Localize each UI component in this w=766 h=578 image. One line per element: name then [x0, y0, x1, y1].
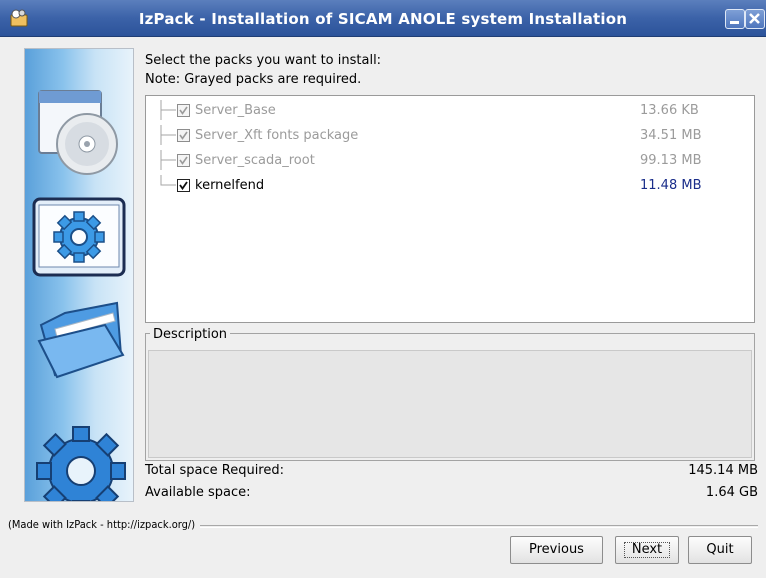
pack-name: kernelfend	[195, 178, 265, 193]
space-required-label: Total space Required:	[145, 463, 285, 478]
large-gear-icon	[36, 426, 126, 501]
checkmark-icon	[179, 181, 188, 191]
pack-checkbox-disabled	[177, 129, 190, 142]
tree-connector	[160, 175, 176, 186]
pack-size: 34.51 MB	[640, 128, 702, 143]
space-required-row: Total space Required: 145.14 MB	[145, 463, 758, 479]
quit-button[interactable]: Quit	[688, 536, 752, 564]
checkmark-icon	[179, 156, 188, 165]
made-with-separator: (Made with IzPack - http://izpack.org/)	[8, 518, 758, 532]
close-icon	[749, 13, 760, 24]
made-with-text: (Made with IzPack - http://izpack.org/)	[8, 518, 201, 531]
pack-size: 11.48 MB	[640, 178, 702, 193]
description-label: Description	[150, 327, 231, 342]
instruction-text: Select the packs you want to install:	[145, 53, 382, 68]
title-bar[interactable]: IzPack - Installation of SICAM ANOLE sys…	[0, 0, 766, 37]
tree-connector	[160, 125, 176, 145]
pack-size: 99.13 MB	[640, 153, 702, 168]
space-available-label: Available space:	[145, 485, 251, 500]
folder-icon	[37, 301, 125, 379]
close-button[interactable]	[745, 9, 765, 29]
packs-list[interactable]: Server_Base 13.66 KB Server_Xft fonts pa…	[145, 95, 755, 323]
space-required-value: 145.14 MB	[688, 463, 758, 478]
space-available-value: 1.64 GB	[705, 485, 758, 500]
next-button[interactable]: Next	[615, 536, 679, 564]
installer-sidebar-image	[24, 48, 134, 502]
pack-row[interactable]: Server_scada_root 99.13 MB	[146, 150, 754, 170]
focus-ring	[624, 542, 670, 558]
pack-size: 13.66 KB	[640, 103, 699, 118]
checkmark-icon	[179, 131, 188, 140]
pack-row[interactable]: kernelfend 11.48 MB	[146, 175, 754, 195]
installer-window: IzPack - Installation of SICAM ANOLE sys…	[0, 0, 766, 578]
pack-name: Server_Xft fonts package	[195, 128, 359, 143]
pack-checkbox-disabled	[177, 104, 190, 117]
pack-checkbox[interactable]	[177, 179, 190, 192]
window-title: IzPack - Installation of SICAM ANOLE sys…	[138, 10, 628, 28]
previous-button[interactable]: Previous	[510, 536, 603, 564]
required-note-text: Note: Grayed packs are required.	[145, 72, 362, 87]
description-panel: Description	[145, 327, 755, 461]
minimize-button[interactable]	[725, 9, 745, 29]
tree-connector	[160, 100, 176, 120]
space-available-row: Available space: 1.64 GB	[145, 485, 758, 501]
pack-row[interactable]: Server_Base 13.66 KB	[146, 100, 754, 120]
cd-installer-icon	[38, 90, 118, 175]
pack-checkbox-disabled	[177, 154, 190, 167]
tree-connector	[160, 150, 176, 170]
checkmark-icon	[179, 106, 188, 115]
settings-gear-icon	[32, 197, 126, 277]
description-text-area[interactable]	[148, 350, 752, 458]
minimize-icon	[730, 21, 739, 24]
pack-name: Server_Base	[195, 103, 276, 118]
pack-row[interactable]: Server_Xft fonts package 34.51 MB	[146, 125, 754, 145]
pack-name: Server_scada_root	[195, 153, 315, 168]
